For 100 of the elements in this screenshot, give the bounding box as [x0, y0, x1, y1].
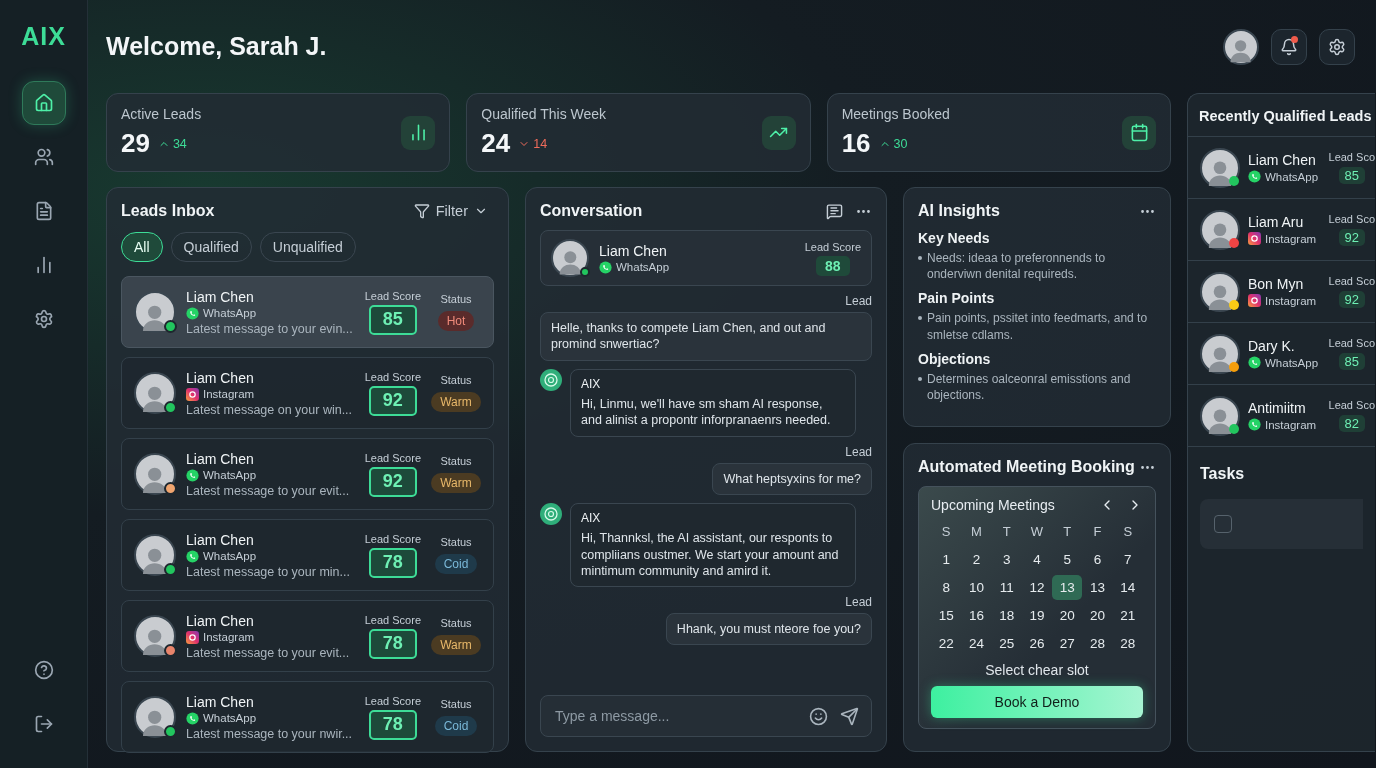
calendar-day[interactable]: 2	[961, 547, 992, 572]
home-icon	[33, 93, 54, 113]
sender-label: Lead	[845, 294, 872, 308]
home-nav-button[interactable]	[21, 81, 66, 125]
status-label: Status	[440, 536, 472, 548]
trend-up-icon	[761, 115, 796, 150]
stat-label: Active Leads	[121, 106, 202, 122]
message-field[interactable]: Type a message...	[540, 695, 872, 737]
lead-card[interactable]: Liam Chen WhatsApp Latest message to your evin... Lead Score 85 Status Hot	[121, 276, 494, 348]
lead-channel: Instagram	[1248, 294, 1321, 307]
calendar-day[interactable]: 11	[991, 575, 1022, 600]
lead-message: Latest message to your nwir...	[186, 726, 354, 741]
status-label: Status	[440, 374, 472, 386]
lead-channel: Instagram	[1248, 418, 1321, 431]
lead-message-bubble: Helle, thanks to compete Liam Chen, and out and promind snwertiac?	[540, 312, 872, 361]
stat-value: 24	[481, 128, 511, 159]
status-badge: Warm	[431, 635, 481, 655]
emoji-icon[interactable]	[809, 706, 828, 726]
message-input[interactable]: Type a message...	[553, 707, 797, 725]
lead-card[interactable]: Liam Chen WhatsApp Latest message to your evit... Lead Score 92 Status Warm	[121, 438, 494, 510]
calendar-day[interactable]: 18	[991, 603, 1022, 628]
calendar-day[interactable]: 5	[1052, 547, 1083, 572]
chat-bubble-icon	[1248, 418, 1261, 431]
insight-text: Pain points, pssitet into feedmarts, and to smletse cdlams.	[927, 310, 1149, 343]
lead-score: 85	[368, 304, 417, 335]
weekday-label: S	[940, 523, 952, 541]
calendar-day[interactable]: 22	[931, 631, 962, 656]
calendar-day[interactable]: 12	[1021, 575, 1053, 600]
calendar-day[interactable]: 14	[1112, 575, 1143, 600]
calendar-day[interactable]: 27	[1052, 631, 1083, 656]
sender-label: Lead	[845, 595, 872, 610]
message-text: Hi, Thannksl, the AI assistant, our responts to compliians oustmer. We start your amount and mintimum community and amird it.	[581, 530, 840, 580]
insight-heading: Objections	[918, 350, 992, 367]
notifications-button[interactable]	[1271, 28, 1307, 65]
settings-button[interactable]	[1319, 28, 1355, 65]
lead-score: 78	[368, 628, 417, 659]
score-label: Lead Score	[364, 370, 421, 383]
lead-message: Latest message on your win...	[186, 402, 354, 417]
lead-message: Latest message to your evin...	[186, 321, 354, 336]
weekday-label: M	[970, 523, 983, 541]
panel-title: Conversation	[540, 202, 643, 220]
calendar-day[interactable]: 20	[1052, 603, 1083, 628]
calendar-day[interactable]: 10	[961, 575, 992, 600]
sender-label: Lead	[845, 444, 872, 459]
book-demo-button[interactable]: Book a Demo	[931, 686, 1143, 718]
score-label: Lead Sco	[1328, 399, 1375, 411]
calendar-day[interactable]: 13	[1082, 575, 1113, 600]
stat-change: 34	[157, 136, 187, 151]
send-icon[interactable]	[840, 706, 859, 726]
calendar-day[interactable]: 25	[991, 631, 1022, 656]
calendar-day[interactable]: 1	[931, 547, 962, 572]
lead-channel: Instagram	[186, 387, 355, 401]
calendar-day[interactable]: 6	[1082, 547, 1113, 572]
camera-icon	[186, 387, 199, 401]
status-badge: Hot	[437, 311, 475, 331]
chat-bubble-icon	[186, 549, 199, 563]
task-checkbox[interactable]	[1214, 515, 1232, 533]
filter-tab[interactable]: All	[121, 232, 163, 262]
lead-card[interactable]: Liam Chen WhatsApp Latest message to your nwir... Lead Score 78 Status Coid	[121, 681, 494, 753]
calendar-day[interactable]: 7	[1112, 547, 1143, 572]
status-label: Status	[440, 698, 472, 710]
lead-score: 85	[1338, 167, 1365, 184]
lead-score: 92	[368, 385, 417, 416]
lead-score: 85	[1338, 353, 1365, 370]
filter-button[interactable]: Filter	[407, 202, 494, 220]
calendar-day[interactable]: 4	[1021, 547, 1053, 572]
chat-bubble-icon	[599, 260, 612, 274]
status-label: Status	[440, 293, 472, 305]
insight-heading: Pain Points	[918, 290, 996, 307]
status-badge: Coid	[434, 554, 478, 574]
lead-card[interactable]: Liam Chen Instagram Latest message on your win... Lead Score 92 Status Warm	[121, 357, 494, 429]
score-label: Lead Score	[364, 613, 421, 626]
calendar-day[interactable]: 20	[1082, 603, 1113, 628]
lead-message-bubble: What heptsyxins for me?	[712, 462, 872, 495]
lead-channel: Instagram	[186, 630, 355, 644]
calendar-day[interactable]: 13	[1052, 575, 1083, 600]
weekday-label: W	[1029, 523, 1045, 541]
calendar-day[interactable]: 15	[931, 603, 962, 628]
calendar-day[interactable]: 26	[1021, 631, 1053, 656]
lead-message-bubble: Hhank, you must nteore foe you?	[665, 613, 872, 646]
calendar-day[interactable]: 21	[1112, 603, 1143, 628]
calendar-day[interactable]: 16	[961, 603, 992, 628]
calendar-day[interactable]: 8	[931, 575, 962, 600]
score-label: Lead Sco	[1328, 213, 1375, 225]
lead-card[interactable]: Liam Chen Instagram Latest message to your evit... Lead Score 78 Status Warm	[121, 600, 494, 672]
lead-score: 92	[1338, 229, 1365, 246]
camera-icon	[1248, 232, 1261, 245]
calendar-day[interactable]: 28	[1082, 631, 1113, 656]
stat-change: 30	[878, 136, 908, 151]
user-avatar[interactable]	[1223, 28, 1259, 65]
calendar-day[interactable]: 28	[1112, 631, 1143, 656]
camera-icon	[1248, 294, 1261, 307]
contact-name: Liam Chen	[599, 242, 668, 259]
calendar-day[interactable]: 24	[961, 631, 992, 656]
lead-card[interactable]: Liam Chen WhatsApp Latest message to your min... Lead Score 78 Status Coid	[121, 519, 494, 591]
lead-channel: WhatsApp	[186, 468, 355, 482]
calendar-day[interactable]: 3	[991, 547, 1022, 572]
message-text: Hi, Linmu, we'll have sm sham AI response, and alinist a propontr inforpranaenrs needed.	[581, 396, 832, 429]
message-icon[interactable]	[826, 202, 843, 220]
calendar-day[interactable]: 19	[1021, 603, 1053, 628]
